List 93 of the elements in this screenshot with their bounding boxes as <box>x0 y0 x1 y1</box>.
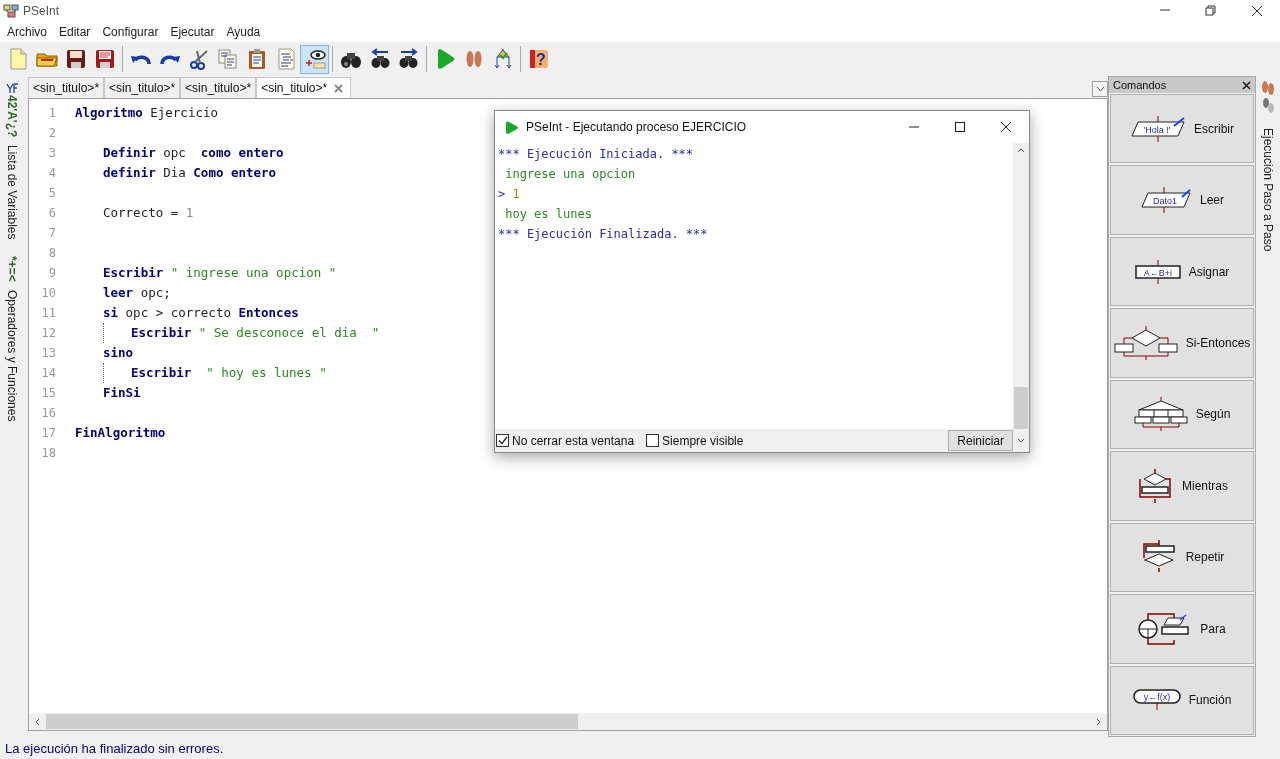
console-line: hoy es lunes <box>504 206 593 223</box>
line-number: 13 <box>40 345 57 362</box>
operators-glyph: *+=< <box>5 255 19 282</box>
sidebar-tab[interactable]: Lista de Variables <box>5 145 19 240</box>
console-line: > 1 <box>498 186 521 203</box>
scroll-right-icon <box>1096 717 1101 726</box>
window-title: PSeInt <box>23 3 60 20</box>
scroll-up-icon <box>1017 147 1025 153</box>
code-line: si opc > correcto Entonces <box>103 303 299 322</box>
command-button[interactable]: Según <box>1110 379 1254 450</box>
menu-item[interactable]: Ejecutar <box>164 23 221 41</box>
console-line: *** Ejecución Finalizada. *** <box>498 226 709 243</box>
line-number: 4 <box>47 165 57 182</box>
multiple-choice-symbol-icon <box>1133 397 1188 432</box>
line-number: 5 <box>47 185 57 202</box>
code-line: definir Dia Como entero <box>103 163 277 182</box>
editor-tab[interactable]: <sin_titulo>* <box>104 77 181 98</box>
line-number: 10 <box>40 285 57 302</box>
menu-item[interactable]: Editar <box>53 23 97 41</box>
decision-symbol-icon <box>1113 326 1178 361</box>
vertical-scrollbar[interactable] <box>1013 143 1029 429</box>
close-icon <box>334 83 344 93</box>
variables-glyph: 42'A'¿? <box>5 95 19 138</box>
line-number: 12 <box>40 325 57 342</box>
close-icon <box>1242 80 1251 90</box>
line-number: 2 <box>47 125 57 142</box>
code-line: FinAlgoritmo <box>75 423 166 442</box>
copy-icon <box>215 47 240 71</box>
console-line: *** Ejecución Iniciada. *** <box>498 146 695 163</box>
command-button[interactable]: 'Hola !' Escribir <box>1110 94 1254 164</box>
line-number: 11 <box>40 305 57 322</box>
editor-tab[interactable]: <sin_titulo>* <box>256 77 352 98</box>
scroll-left-icon <box>35 717 40 726</box>
command-button[interactable]: Si-Entonces <box>1110 308 1254 378</box>
variable-icon <box>5 82 19 94</box>
command-button[interactable]: Repetir <box>1110 522 1254 593</box>
app-logo-icon <box>3 3 19 19</box>
line-number: 17 <box>40 425 57 442</box>
close-icon <box>1000 121 1012 133</box>
tab-list-dropdown[interactable] <box>1092 81 1108 97</box>
line-number: 18 <box>40 445 57 462</box>
code-line: Algoritmo Ejercicio <box>75 103 218 122</box>
line-number: 7 <box>47 225 57 242</box>
checkbox[interactable] <box>496 434 509 447</box>
watch-button[interactable] <box>300 44 329 74</box>
command-button[interactable]: Mientras <box>1110 451 1254 521</box>
line-number: 8 <box>47 245 57 262</box>
horizontal-scrollbar[interactable] <box>29 713 1107 730</box>
scroll-down-icon <box>1017 438 1025 443</box>
line-number: 1 <box>47 105 57 122</box>
line-number: 3 <box>47 145 57 162</box>
menu-item[interactable]: Ayuda <box>220 23 267 41</box>
restore-icon <box>1205 5 1217 17</box>
window-title: PSeInt - Ejecutando proceso EJERCICIO <box>526 119 747 136</box>
status-message: La ejecución ha finalizado sin errores. <box>5 739 224 758</box>
menu-item[interactable]: Configurar <box>96 23 165 41</box>
line-number: 9 <box>47 265 57 282</box>
sidebar-tab[interactable]: Operadores y Funciones <box>5 289 19 421</box>
editor-tab[interactable]: <sin_titulo>* <box>28 77 105 98</box>
code-line: sino <box>103 343 134 362</box>
code-line: Escribir " ingrese una opcion " <box>103 263 337 282</box>
footprints-icon <box>1259 80 1277 116</box>
line-number: 6 <box>47 205 57 222</box>
menu-item[interactable]: Archivo <box>1 23 53 41</box>
code-line: Definir opc como entero <box>103 143 284 162</box>
command-button[interactable]: Para <box>1110 594 1254 664</box>
scroll-thumb[interactable] <box>46 714 578 729</box>
maximize-icon <box>954 121 966 133</box>
line-number: 15 <box>40 385 57 402</box>
code-line: Escribir " Se desconoce el dia " <box>131 323 380 342</box>
chevron-down-icon <box>1095 86 1105 92</box>
close-icon <box>1251 5 1263 17</box>
checkbox-label: No cerrar esta ventana <box>512 432 635 450</box>
editor-tab[interactable]: <sin_titulo>* <box>180 77 257 98</box>
code-line: FinSi <box>103 383 141 402</box>
console-line: ingrese una opcion <box>504 166 637 183</box>
scroll-thumb[interactable] <box>1014 387 1028 429</box>
command-button[interactable]: Dato1 Leer <box>1110 165 1254 235</box>
play-icon <box>505 120 518 134</box>
loop-symbol-icon <box>1136 468 1174 503</box>
restart-button[interactable]: Reiniciar <box>948 430 1013 451</box>
checkbox-label: Siempre visible <box>662 432 744 450</box>
panel-title: Comandos <box>1113 77 1167 93</box>
command-button[interactable]: A←B+i Asignar <box>1110 236 1254 307</box>
command-button[interactable]: y←f(x) Función <box>1110 665 1254 735</box>
close-button[interactable] <box>1242 80 1251 90</box>
code-line: leer opc; <box>103 283 171 302</box>
code-line: Escribir " hoy es lunes " <box>131 363 327 382</box>
line-number: 14 <box>40 365 57 382</box>
line-number: 16 <box>40 405 57 422</box>
code-line: Correcto = 1 <box>103 203 194 222</box>
sidebar-tab[interactable]: Ejecución Paso a Paso <box>1261 128 1275 252</box>
checkbox[interactable] <box>646 434 660 447</box>
